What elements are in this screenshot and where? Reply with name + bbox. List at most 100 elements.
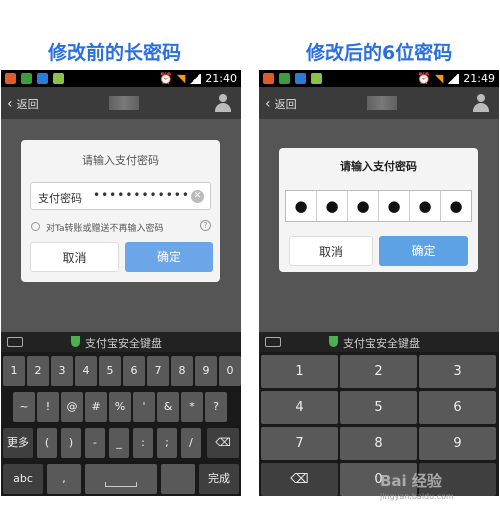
keyboard-key[interactable] xyxy=(161,464,195,494)
cancel-button[interactable]: 取消 xyxy=(289,236,373,266)
alarm-icon: ⏰ xyxy=(159,72,173,85)
keyboard-key[interactable]: 3 xyxy=(51,356,73,386)
keyboard-key[interactable]: ! xyxy=(37,392,59,422)
keyboard-key[interactable]: abc xyxy=(3,464,43,494)
status-bar: ⏰ ◥ 21:40 xyxy=(1,70,241,87)
confirm-button[interactable]: 确定 xyxy=(125,242,213,272)
signal-icon xyxy=(189,73,202,84)
keyboard-key[interactable]: 1 xyxy=(3,356,25,386)
back-label: 返回 xyxy=(274,98,297,111)
backspace-key[interactable]: ⌫ xyxy=(261,463,338,496)
keyboard-key[interactable]: 5 xyxy=(99,356,121,386)
alarm-icon: ⏰ xyxy=(417,72,431,85)
keyboard-key[interactable]: 8 xyxy=(171,356,193,386)
image-icon xyxy=(295,73,306,84)
caption-before: 修改前的长密码 xyxy=(48,42,182,64)
keyboard-key[interactable]: ~ xyxy=(13,392,35,422)
numpad-key[interactable]: 2 xyxy=(340,355,417,388)
app-notification-icon xyxy=(263,73,274,84)
keyboard-key[interactable]: _ xyxy=(109,428,129,458)
keyboard-key[interactable]: 0 xyxy=(219,356,241,386)
keyboard-key[interactable]: @ xyxy=(61,392,83,422)
keyboard-key[interactable]: ) xyxy=(61,428,81,458)
back-button[interactable]: ‹ 返回 xyxy=(7,96,39,112)
watermark: Bai 经验 jingyan.baidu.com xyxy=(380,470,454,501)
signal-icon xyxy=(447,73,460,84)
option-label: 对Ta转账或赠送不再输入密码 xyxy=(46,224,164,234)
dialog-title: 请输入支付密码 xyxy=(82,154,159,167)
numpad-key[interactable]: 7 xyxy=(261,427,338,460)
app-notification-icon xyxy=(5,73,16,84)
person-icon[interactable] xyxy=(473,94,489,112)
password-field[interactable]: 支付密码 •••••••••••• ✕ xyxy=(30,182,211,210)
keyboard-key[interactable]: : xyxy=(133,428,153,458)
keyboard-key[interactable]: 9 xyxy=(195,356,217,386)
keyboard-key[interactable]: * xyxy=(181,392,203,422)
numpad-key[interactable]: 4 xyxy=(261,391,338,424)
password-value: •••••••••••• xyxy=(93,188,190,202)
keyboard-key[interactable]: ; xyxy=(157,428,177,458)
image-icon xyxy=(37,73,48,84)
radio-icon[interactable] xyxy=(31,222,40,231)
blurred-title xyxy=(109,96,139,110)
keyboard-key[interactable]: / xyxy=(181,428,201,458)
status-bar: ⏰ ◥ 21:49 xyxy=(259,70,499,87)
chat-icon xyxy=(279,73,290,84)
caption-after: 修改后的6位密码 xyxy=(306,42,453,64)
nav-bar: ‹ 返回 xyxy=(1,87,241,119)
keyboard-key[interactable]: # xyxy=(85,392,107,422)
wechat-icon xyxy=(311,73,322,84)
space-bar-glyph xyxy=(105,482,137,487)
keyboard-key[interactable] xyxy=(85,464,157,494)
pin-dialog: 请输入支付密码 ● ● ● ● ● ● 取消 确定 xyxy=(279,148,478,272)
numpad-key[interactable]: 3 xyxy=(419,355,496,388)
keyboard-key[interactable]: ' xyxy=(133,392,155,422)
pin-digit: ● xyxy=(449,197,463,215)
pin-digit: ● xyxy=(348,191,379,221)
shield-icon xyxy=(71,336,80,347)
keyboard-icon[interactable] xyxy=(265,337,281,347)
numpad-key[interactable]: 1 xyxy=(261,355,338,388)
wifi-icon: ◥ xyxy=(176,72,186,85)
password-label: 支付密码 xyxy=(38,192,82,205)
keyboard-key[interactable]: & xyxy=(157,392,179,422)
person-icon[interactable] xyxy=(215,94,231,112)
keyboard-key[interactable]: 7 xyxy=(147,356,169,386)
skip-password-option[interactable]: 对Ta转账或赠送不再输入密码 ? xyxy=(31,220,211,234)
keyboard-key[interactable]: ⌫ xyxy=(207,428,239,458)
keyboard-header: 支付宝安全键盘 xyxy=(1,332,241,352)
wifi-icon: ◥ xyxy=(434,72,444,85)
wechat-icon xyxy=(53,73,64,84)
keyboard-key[interactable]: , xyxy=(47,464,81,494)
keyboard-key[interactable]: % xyxy=(109,392,131,422)
confirm-button[interactable]: 确定 xyxy=(379,236,468,266)
blurred-title xyxy=(367,96,397,110)
keyboard-icon[interactable] xyxy=(7,337,23,347)
help-icon[interactable]: ? xyxy=(200,220,211,231)
keyboard-key[interactable]: - xyxy=(85,428,105,458)
pin-input[interactable]: ● ● ● ● ● ● xyxy=(285,190,472,222)
numpad-key[interactable]: 9 xyxy=(419,427,496,460)
cancel-button[interactable]: 取消 xyxy=(30,242,119,272)
back-label: 返回 xyxy=(16,98,39,111)
pin-digit: ● xyxy=(286,191,317,221)
status-time: 21:49 xyxy=(463,72,495,85)
keyboard-key[interactable]: 4 xyxy=(75,356,97,386)
full-keyboard: 1 2 3 4 5 6 7 8 9 0 ~! @ #% ' & *? 更多() - _:; / ⌫ abc, 完成 xyxy=(1,352,241,496)
keyboard-key[interactable]: 更多 xyxy=(3,428,33,458)
clear-icon[interactable]: ✕ xyxy=(191,190,204,203)
numeric-keypad: 1 2 3 4 5 6 7 8 9 ⌫ 0 xyxy=(259,352,499,496)
phone-after: ⏰ ◥ 21:49 ‹ 返回 请输入支付密码 ● ● ● ● ● ● 取消 确定 xyxy=(259,70,499,496)
keyboard-key[interactable]: 完成 xyxy=(199,464,239,494)
keyboard-key[interactable]: ( xyxy=(37,428,57,458)
keyboard-title: 支付宝安全键盘 xyxy=(85,337,162,350)
back-button[interactable]: ‹ 返回 xyxy=(265,96,297,112)
numpad-key[interactable]: 6 xyxy=(419,391,496,424)
numpad-key[interactable]: 5 xyxy=(340,391,417,424)
keyboard-key[interactable]: ? xyxy=(205,392,227,422)
keyboard-key[interactable]: 6 xyxy=(123,356,145,386)
watermark-text: Bai 经验 xyxy=(380,472,442,490)
keyboard-key[interactable]: 2 xyxy=(27,356,49,386)
chevron-left-icon: ‹ xyxy=(265,96,271,112)
numpad-key[interactable]: 8 xyxy=(340,427,417,460)
